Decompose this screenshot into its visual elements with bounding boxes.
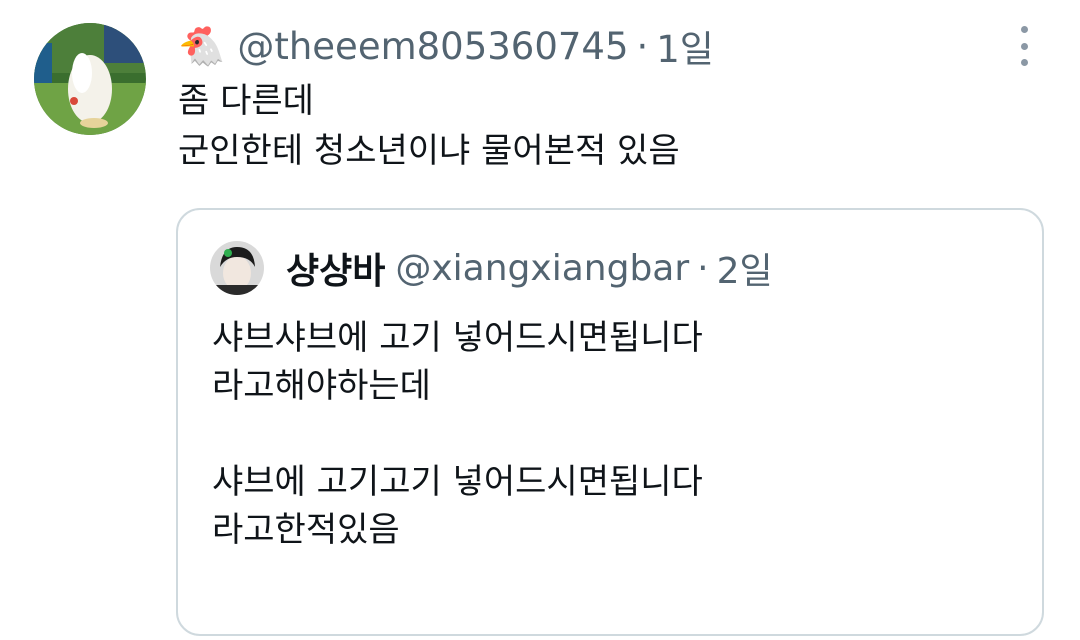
quoted-text-blank-line: [212, 410, 703, 458]
more-dot: [1020, 26, 1028, 33]
chicken-icon: 🐔: [178, 24, 226, 68]
quoted-tweet[interactable]: 샹샹바 @xiangxiangbar · 2일 샤브샤브에 고기 넣어드시면됩니…: [176, 208, 1044, 636]
quoted-tweet-text: 샤브샤브에 고기 넣어드시면됩니다 라고해야하는데 샤브에 고기고기 넣어드시면…: [212, 314, 703, 554]
quoted-user-avatar[interactable]: [210, 241, 264, 295]
quoted-text-line: 샤브샤브에 고기 넣어드시면됩니다: [212, 318, 703, 358]
more-vertical-icon[interactable]: [1010, 26, 1038, 66]
tweet-header: 🐔 @theeem805360745 · 1일: [178, 19, 714, 73]
quoted-text-line: 라고해야하는데: [212, 366, 431, 406]
tweet-text-line: 군인한테 청소년이냐 물어본적 있음: [178, 131, 680, 171]
quoted-tweet-time[interactable]: 2일: [717, 242, 773, 294]
tweet-text: 좀 다른데 군인한테 청소년이냐 물어본적 있음: [178, 76, 680, 176]
separator-dot: ·: [636, 24, 649, 68]
tweet-text-line: 좀 다른데: [178, 81, 314, 121]
user-handle[interactable]: @theeem805360745: [237, 25, 628, 68]
quoted-user-handle[interactable]: @xiangxiangbar: [395, 248, 689, 289]
quoted-display-name[interactable]: 샹샹바: [286, 242, 385, 294]
quoted-text-line: 샤브에 고기고기 넣어드시면됩니다: [212, 462, 703, 502]
avatar-image: [34, 23, 146, 135]
quoted-avatar-image: [210, 241, 264, 295]
separator-dot: ·: [697, 247, 709, 289]
tweet-time[interactable]: 1일: [656, 19, 714, 73]
quoted-tweet-header: 샹샹바 @xiangxiangbar · 2일: [210, 240, 773, 296]
more-dot: [1020, 59, 1028, 66]
user-avatar[interactable]: [34, 23, 146, 135]
more-dot: [1020, 42, 1028, 50]
quoted-text-line: 라고한적있음: [212, 510, 400, 550]
